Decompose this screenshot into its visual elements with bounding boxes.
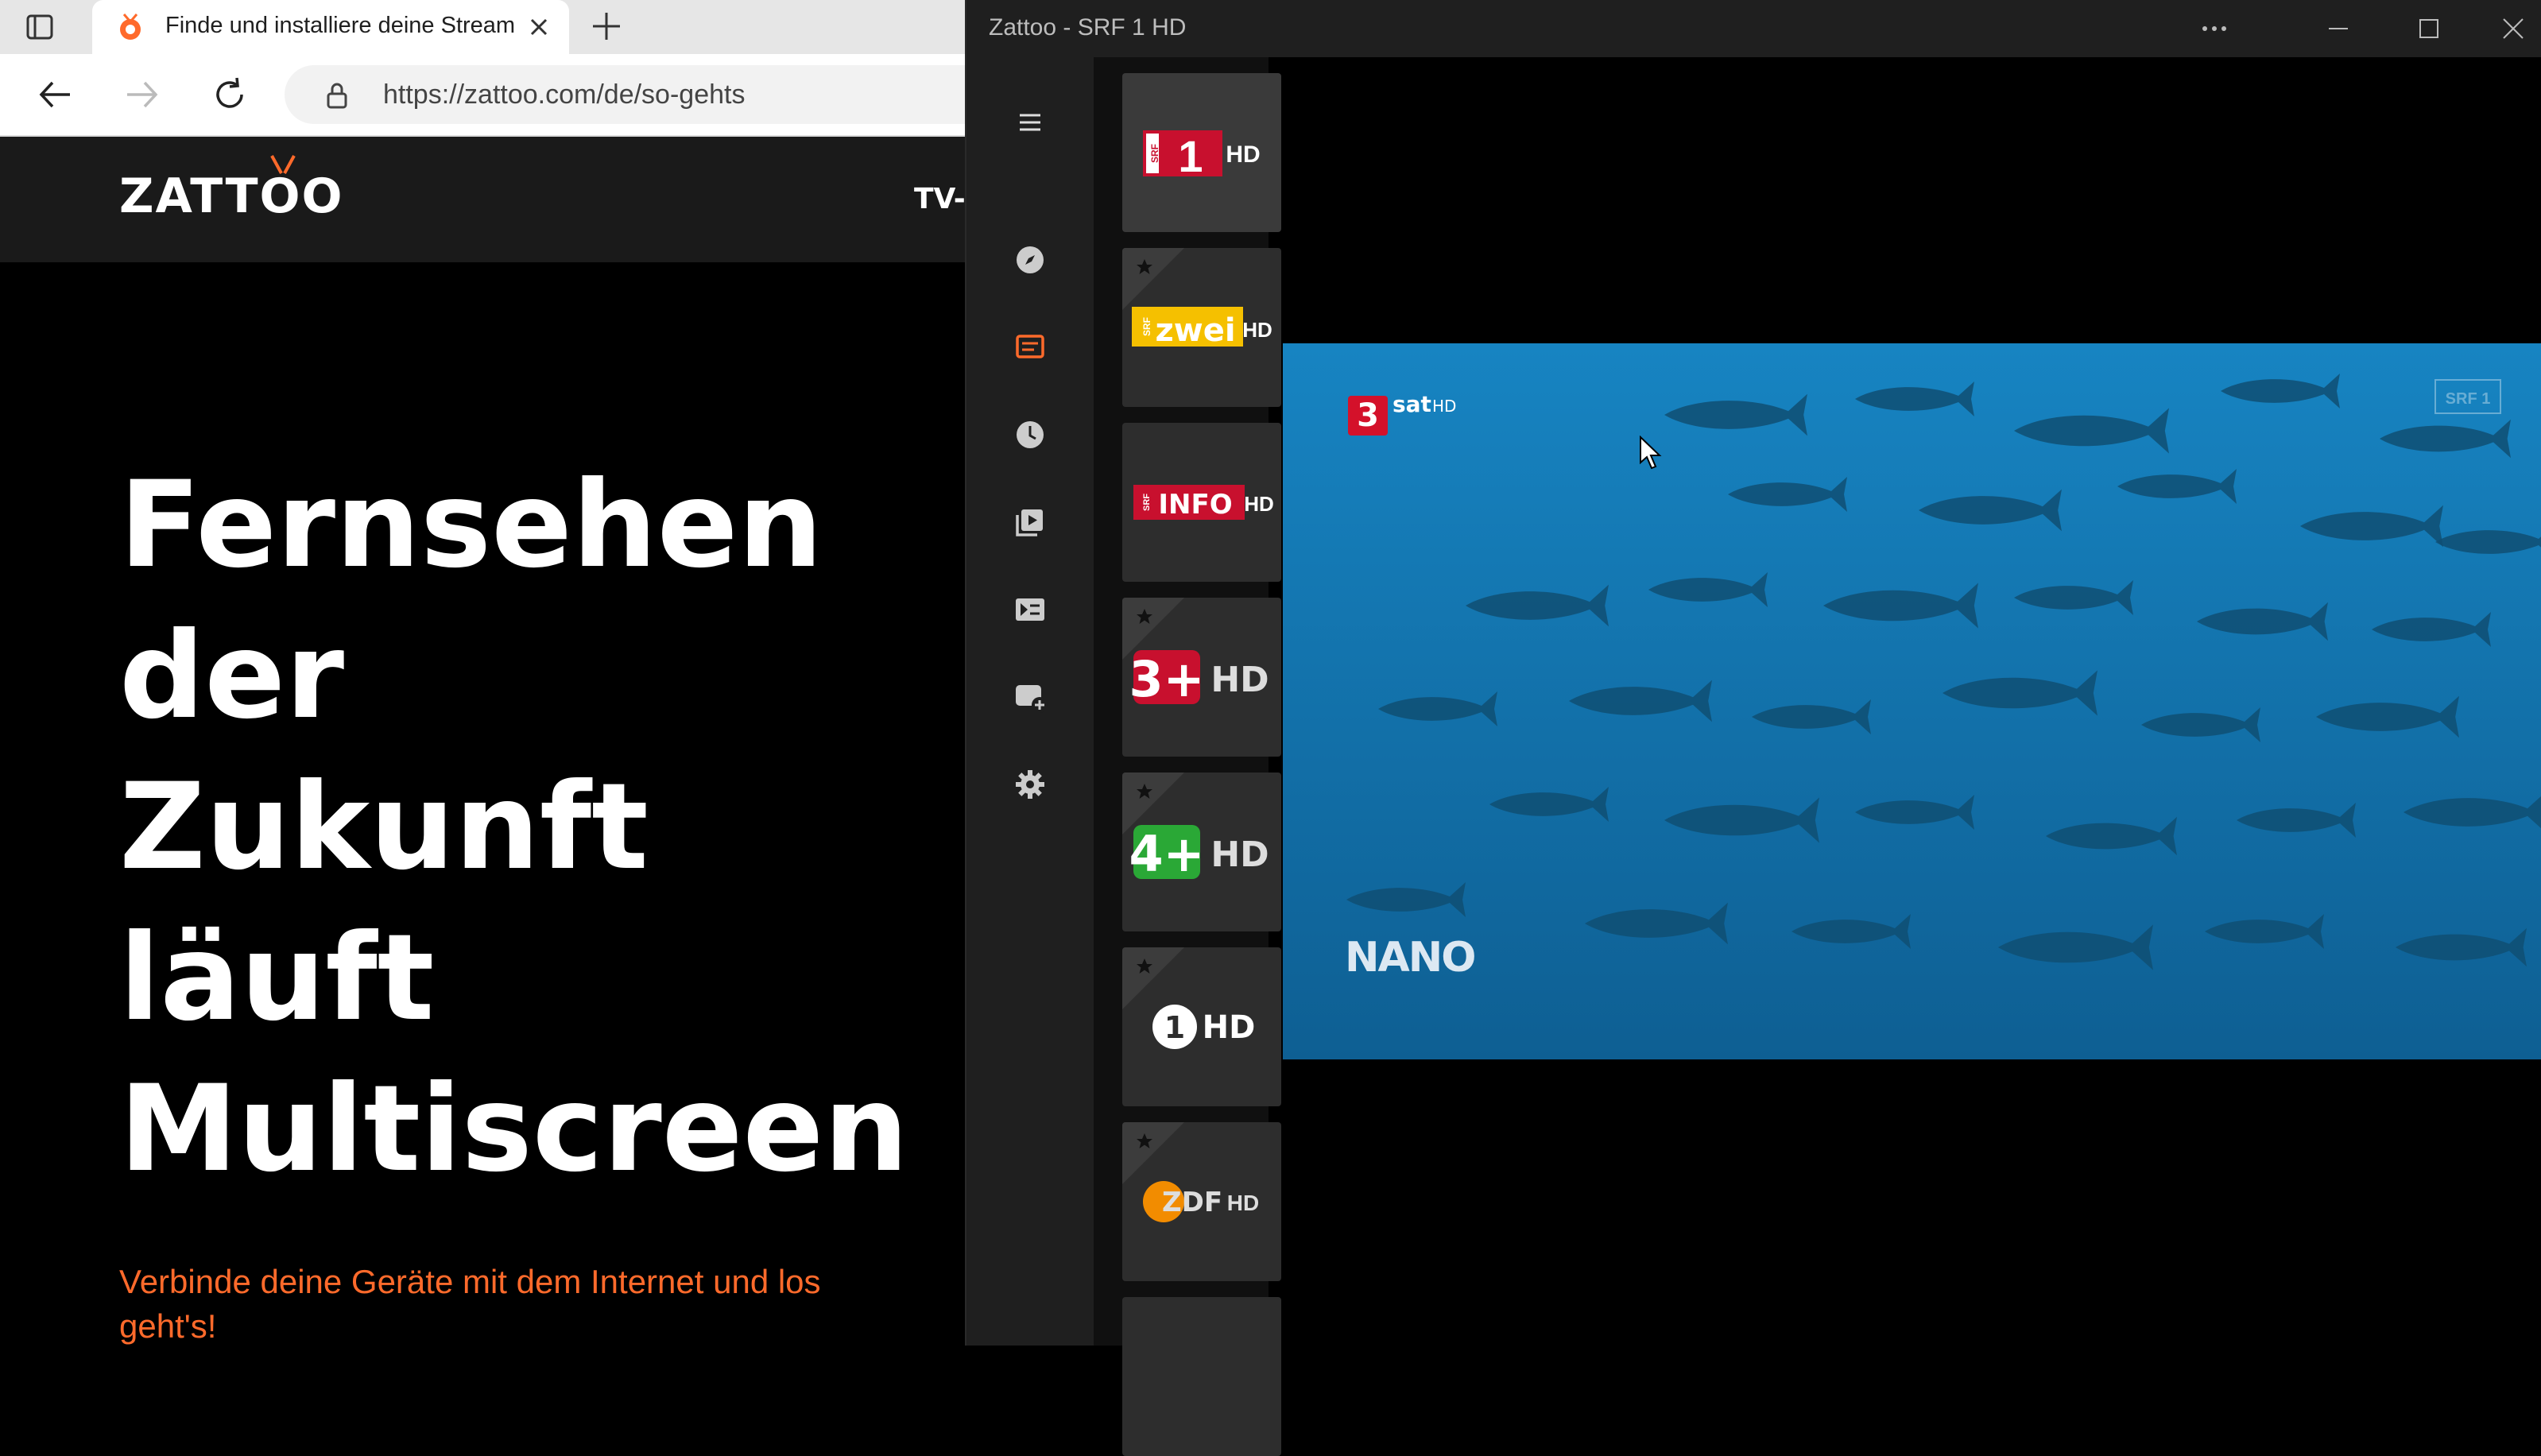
- app-titlebar: Zattoo - SRF 1 HD: [966, 0, 2541, 57]
- channel-tile-zdf[interactable]: ZDF HD: [1122, 1122, 1281, 1281]
- zattoo-favicon: [120, 14, 141, 40]
- svg-text:HD: HD: [1242, 318, 1272, 342]
- lock-icon: [327, 83, 347, 109]
- 3plus-logo-icon: 3+ HD: [1129, 650, 1269, 708]
- video-frame: 3 sat HD NANO SRF 1: [1283, 343, 2541, 1059]
- svg-text:HD: HD: [1432, 397, 1456, 416]
- svg-text:3+: 3+: [1129, 650, 1204, 708]
- nav-link-tv[interactable]: TV-S: [914, 183, 965, 215]
- svg-text:sat: sat: [1393, 391, 1431, 417]
- hero-line: Zukunft: [119, 758, 649, 896]
- svg-text:HD: HD: [1244, 492, 1274, 516]
- channel-tile-das-erste[interactable]: 1 HD: [1122, 947, 1281, 1106]
- address-bar[interactable]: https://zattoo.com/de/so-gehts: [285, 65, 965, 124]
- app-sidebar: [966, 57, 1094, 1346]
- maximize-icon[interactable]: [2410, 10, 2448, 48]
- channel-tile-srf1[interactable]: SRF 1 HD: [1122, 73, 1281, 232]
- hero-title: Fernsehen der Zukunft läuft Multiscreen: [119, 450, 962, 1205]
- svg-text:ZDF: ZDF: [1162, 1187, 1222, 1218]
- channel-tile-4plus[interactable]: 4+ HD: [1122, 773, 1281, 931]
- logo-antenna-icon: [270, 155, 296, 174]
- refresh-icon[interactable]: [210, 75, 250, 114]
- vod-icon[interactable]: [1010, 590, 1050, 629]
- svg-text:HD: HD: [1203, 1009, 1256, 1046]
- forward-arrow-icon[interactable]: [122, 75, 162, 114]
- app-title: Zattoo - SRF 1 HD: [989, 14, 1187, 41]
- svg-text:3: 3: [1357, 397, 1379, 434]
- svg-text:HD: HD: [1210, 834, 1269, 875]
- channel-tile-srf-info[interactable]: SRF INFO HD: [1122, 423, 1281, 582]
- live-tv-icon[interactable]: [1010, 327, 1050, 367]
- channel-tile-3plus[interactable]: 3+ HD: [1122, 598, 1281, 757]
- channel-tile-srf-zwei[interactable]: SRF zwei HD: [1122, 248, 1281, 407]
- minimize-icon[interactable]: [2319, 10, 2357, 48]
- video-player[interactable]: 3 sat HD NANO SRF 1: [1283, 343, 2541, 1059]
- hero-line: Fernsehen: [119, 456, 823, 594]
- nano-show-logo: NANO: [1345, 934, 1475, 982]
- svg-text:zwei: zwei: [1155, 312, 1235, 349]
- compass-icon[interactable]: [1010, 240, 1050, 280]
- svg-text:HD: HD: [1210, 660, 1269, 700]
- tab-title: Finde und installiere deine Streaming: [165, 13, 515, 38]
- add-channel-icon[interactable]: [1010, 677, 1050, 717]
- svg-text:SRF: SRF: [1141, 317, 1152, 336]
- svg-text:4+: 4+: [1129, 825, 1204, 883]
- channel-tile-next[interactable]: [1122, 1297, 1281, 1456]
- site-header: ZATTOO TV-S: [0, 137, 965, 262]
- srf-zwei-logo-icon: SRF zwei HD: [1132, 307, 1272, 349]
- recordings-icon[interactable]: [1010, 502, 1050, 542]
- zattoo-logo[interactable]: ZATTOO: [119, 168, 344, 224]
- zdf-logo-icon: ZDF HD: [1143, 1181, 1259, 1222]
- tab-strip: Finde und installiere deine Streaming: [0, 0, 965, 54]
- svg-text:HD: HD: [1226, 141, 1260, 168]
- svg-text:SRF: SRF: [1142, 494, 1152, 511]
- settings-icon[interactable]: [1010, 765, 1050, 804]
- back-arrow-icon[interactable]: [35, 75, 75, 114]
- das-erste-logo-icon: 1 HD: [1152, 1005, 1256, 1049]
- srf1-logo-icon: SRF 1 HD: [1143, 130, 1261, 181]
- browser-window: Finde und installiere deine Streaming ht…: [0, 0, 965, 1346]
- hero-subtitle: Verbinde deine Geräte mit dem Internet u…: [119, 1263, 821, 1345]
- tab-actions-icon[interactable]: [24, 11, 56, 43]
- browser-toolbar: https://zattoo.com/de/so-gehts: [0, 54, 965, 137]
- url-text: https://zattoo.com/de/so-gehts: [383, 79, 746, 110]
- svg-text:HD: HD: [1227, 1191, 1259, 1215]
- clock-icon[interactable]: [1010, 415, 1050, 455]
- srf-info-logo-icon: SRF INFO HD: [1133, 485, 1274, 521]
- svg-text:1: 1: [1178, 131, 1203, 181]
- 4plus-logo-icon: 4+ HD: [1129, 825, 1269, 883]
- hero-line: Multiscreen: [119, 1060, 909, 1198]
- channel-list: SRF 1 HD SRF zwei HD SRF INFO HD 3+ HD 4…: [1094, 57, 1281, 1456]
- browser-tab[interactable]: Finde und installiere deine Streaming: [92, 0, 569, 54]
- hero-line: läuft: [119, 909, 435, 1047]
- mouse-cursor-icon: [1640, 436, 1662, 470]
- hero-line: der: [119, 607, 345, 745]
- svg-text:SRF: SRF: [1149, 144, 1160, 163]
- svg-text:INFO: INFO: [1158, 489, 1232, 521]
- window-close-icon[interactable]: [2494, 10, 2532, 48]
- svg-text:SRF 1: SRF 1: [2446, 390, 2491, 408]
- svg-text:1: 1: [1164, 1010, 1185, 1045]
- more-options-icon[interactable]: [2195, 10, 2233, 48]
- menu-icon[interactable]: [1010, 103, 1050, 142]
- plus-icon[interactable]: [588, 8, 625, 45]
- close-icon[interactable]: [523, 11, 555, 43]
